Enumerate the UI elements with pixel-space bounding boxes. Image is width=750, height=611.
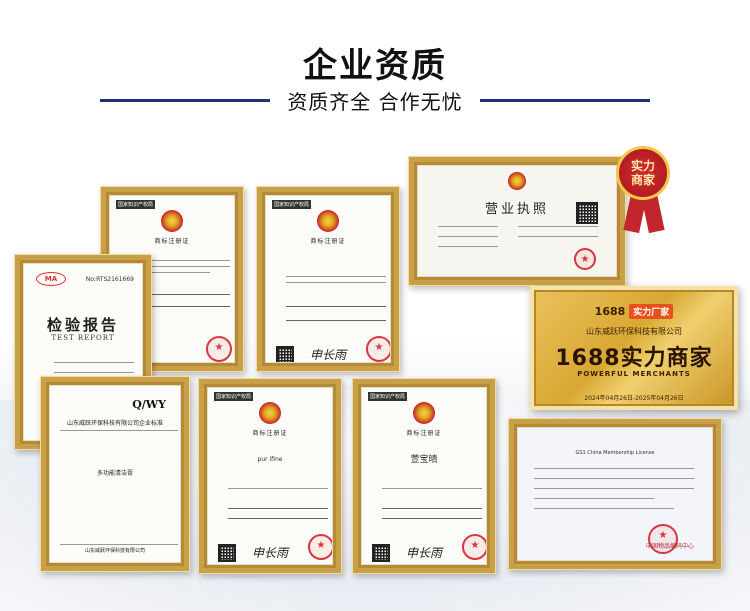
report-title: 检验报告	[46, 316, 119, 334]
standard-code: Q/WY	[132, 398, 166, 411]
gs1-org: 中国物品编码中心	[645, 543, 694, 550]
text-line	[382, 518, 482, 519]
plaque-english: POWERFUL MERCHANTS	[577, 370, 691, 378]
plaque-brand-row: 1688 实力厂家	[534, 304, 734, 319]
trademark-certificate-frame: 国家知识产权局 商标注册证 萱宝晴 申长雨	[352, 378, 496, 574]
text-line	[382, 488, 482, 489]
ma-logo: MA	[36, 272, 66, 286]
text-line	[438, 246, 498, 247]
red-seal-icon	[366, 336, 390, 362]
qr-code-icon	[576, 202, 598, 224]
certificate-title: 商标注册证	[310, 238, 346, 245]
plaque-brand: 1688	[594, 305, 626, 318]
page-title: 企业资质	[303, 46, 447, 86]
badge-line-1: 实力	[630, 159, 655, 173]
text-line	[228, 508, 328, 509]
ribbon-badge: 实力 商家	[614, 146, 674, 236]
certificate-header-label: 国家知识产权局	[368, 392, 408, 401]
certificate-title: 商标注册证	[252, 430, 288, 437]
text-line	[534, 468, 694, 469]
text-line	[228, 518, 328, 519]
signature: 申长雨	[252, 546, 289, 560]
plaque-main-title: 1688实力商家	[555, 346, 713, 371]
enterprise-standard: Q/WY 山东威跃环保科技有限公司企业标准 多功能清洁膏 山东威跃环保科技有限公…	[49, 385, 181, 563]
standard-product: 多功能清洁膏	[96, 470, 133, 477]
trademark-certificate: 国家知识产权局 商标注册证 萱宝晴 申长雨	[361, 387, 487, 565]
text-line	[438, 226, 498, 227]
subtitle-row: 资质齐全 合作无忧	[100, 86, 650, 114]
national-emblem-icon	[508, 172, 526, 190]
badge-line-2: 商家	[630, 173, 655, 187]
red-seal-icon	[206, 336, 232, 362]
certificate-header-label: 国家知识产权局	[214, 392, 254, 401]
plaque-company: 山东威跃环保科技有限公司	[586, 327, 682, 336]
trademark-certificate: 国家知识产权局 商标注册证 申长雨	[265, 195, 391, 363]
trademark-mark: 萱宝晴	[410, 455, 438, 465]
national-emblem-icon	[259, 402, 281, 424]
trademark-mark: pur ifine	[257, 456, 283, 463]
text-line	[534, 508, 674, 509]
text-line	[534, 488, 694, 489]
1688-merchant-plaque: 1688 实力厂家 山东威跃环保科技有限公司 1688实力商家 POWERFUL …	[530, 286, 738, 410]
text-line	[60, 544, 178, 545]
gs1-title: GS1 China Membership License	[575, 450, 655, 456]
text-line	[228, 488, 328, 489]
certificate-title: 商标注册证	[406, 430, 442, 437]
national-emblem-icon	[161, 210, 183, 232]
report-title-en: TEST REPORT	[51, 334, 115, 342]
gs1-certificate-frame: GS1 China Membership License 中国物品编码中心	[508, 418, 722, 570]
plaque-dates: 2024年04月26日-2025年04月26日	[584, 395, 684, 402]
text-line	[286, 306, 386, 307]
text-line	[286, 276, 386, 277]
standard-company: 山东威跃环保科技有限公司	[84, 548, 145, 554]
qr-code-icon	[218, 544, 236, 562]
certificate-title: 商标注册证	[154, 238, 190, 245]
certificate-header-label: 国家知识产权局	[116, 200, 156, 209]
plaque-badge: 实力厂家	[629, 304, 674, 319]
signature: 申长雨	[406, 546, 443, 560]
text-line	[382, 508, 482, 509]
red-seal-icon	[574, 248, 596, 270]
trademark-certificate: 国家知识产权局 商标注册证 pur ifine 申长雨	[207, 387, 333, 565]
national-emblem-icon	[317, 210, 339, 232]
trademark-certificate-frame: 国家知识产权局 商标注册证 pur ifine 申长雨	[198, 378, 342, 574]
text-line	[60, 430, 178, 431]
text-line	[518, 226, 598, 227]
medal-icon: 实力 商家	[616, 146, 670, 200]
text-line	[534, 498, 654, 499]
certificate-header-label: 国家知识产权局	[272, 200, 312, 209]
page: 企业资质 资质齐全 合作无忧 国家知识产权局 商标注册证 国家知识产权局 商标注…	[0, 0, 750, 611]
business-license: 营业执照	[417, 165, 617, 277]
business-license-frame: 营业执照	[408, 156, 626, 286]
red-seal-icon	[308, 534, 332, 560]
text-line	[286, 282, 386, 283]
text-line	[286, 320, 386, 321]
signature: 申长雨	[310, 348, 347, 362]
subtitle-rule-right	[480, 99, 650, 102]
text-line	[438, 236, 498, 237]
red-seal-icon	[462, 534, 486, 560]
trademark-certificate-frame: 国家知识产权局 商标注册证 申长雨	[256, 186, 400, 372]
qr-code-icon	[372, 544, 390, 562]
text-line	[518, 236, 598, 237]
text-line	[54, 372, 134, 373]
gs1-certificate: GS1 China Membership License 中国物品编码中心	[517, 427, 713, 561]
text-line	[534, 478, 694, 479]
enterprise-standard-frame: Q/WY 山东威跃环保科技有限公司企业标准 多功能清洁膏 山东威跃环保科技有限公…	[40, 376, 190, 572]
text-line	[54, 362, 134, 363]
qr-code-icon	[276, 346, 294, 362]
report-number: No:RTS2161669	[85, 276, 134, 283]
standard-org: 山东威跃环保科技有限公司企业标准	[66, 420, 163, 427]
national-emblem-icon	[413, 402, 435, 424]
